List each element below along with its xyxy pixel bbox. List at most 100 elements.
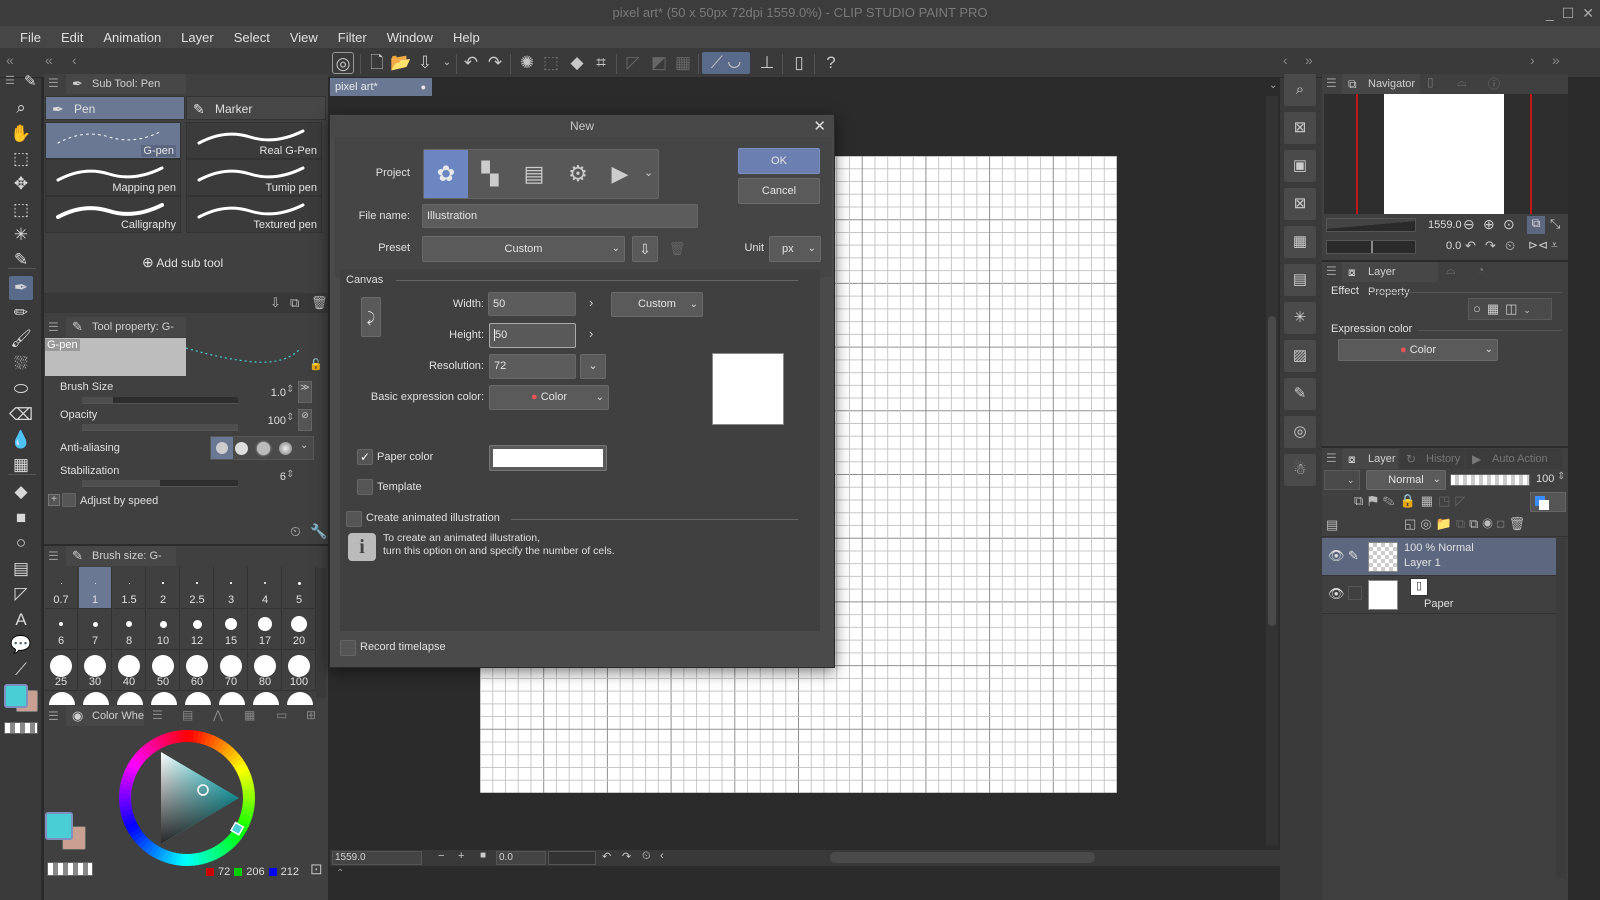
size-preset-select[interactable]: Custom ⌄ xyxy=(611,292,703,317)
tool-zoom[interactable]: ⌕ xyxy=(9,96,33,120)
flip-horizontal-button[interactable]: ⊳⊲ xyxy=(1528,238,1548,252)
pressure-settings-icon[interactable]: ≫ xyxy=(298,381,312,403)
new-file-icon[interactable]: 🗋 xyxy=(366,52,388,74)
paper-color-checkbox[interactable]: ✓ xyxy=(357,449,373,465)
material-effect-icon[interactable]: ✳ xyxy=(1284,302,1316,334)
tab-auto-action[interactable]: ▶ Auto Action xyxy=(1466,449,1562,469)
file-name-input[interactable]: Illustration xyxy=(422,204,698,228)
chevron-right-icon[interactable]: › xyxy=(1530,52,1535,68)
dialog-close-button[interactable]: ✕ xyxy=(813,117,826,135)
clear-selection-icon[interactable]: ✺ xyxy=(516,52,538,74)
navigator-preview[interactable] xyxy=(1324,94,1568,214)
intermediate-color-tab-icon[interactable]: ⋀ xyxy=(213,708,223,722)
zoom-in-button[interactable]: ⊕ xyxy=(1483,216,1495,233)
main-color-swatch[interactable] xyxy=(4,684,28,708)
chevron-down-icon[interactable]: ⌄ xyxy=(644,166,653,179)
aa-none-option[interactable] xyxy=(211,437,233,459)
blend-mode-menu[interactable]: ⌄ xyxy=(1324,470,1360,490)
snap-special-ruler-icon[interactable]: ◩ xyxy=(648,52,670,74)
tool-pencil[interactable]: ✏ xyxy=(9,301,33,325)
brush-size-7[interactable]: 7 xyxy=(79,608,112,650)
layer-opacity-value[interactable]: 100 xyxy=(1536,473,1554,485)
tool-object[interactable]: ⬚ xyxy=(9,147,33,171)
close-button[interactable]: ✕ xyxy=(1582,0,1594,26)
edit-target-icon[interactable]: ✎ xyxy=(1348,548,1362,563)
snap-ruler-icon[interactable]: ◸ xyxy=(622,52,644,74)
material-3d-icon[interactable]: ◎ xyxy=(1284,416,1316,448)
aa-strong-option[interactable] xyxy=(279,442,292,455)
open-file-icon[interactable]: 📂 xyxy=(390,52,412,74)
save-preset-button[interactable]: ⇩ xyxy=(632,236,658,262)
resolution-dropdown[interactable]: ⌄ xyxy=(580,354,606,379)
menu-icon[interactable]: ☰ xyxy=(48,709,59,723)
3d-camera-tab-icon[interactable]: ⌓ xyxy=(1457,75,1467,90)
expand-icon[interactable]: + xyxy=(48,494,60,506)
project-animation-option[interactable]: ▶ xyxy=(600,150,640,198)
sub-view-tab-icon[interactable]: ▯ xyxy=(1427,75,1434,89)
chevron-left-icon[interactable]: ‹ xyxy=(1283,52,1288,68)
stabilization-value[interactable]: 6 xyxy=(250,471,286,483)
brush-size-8[interactable]: 8 xyxy=(113,608,146,650)
brush-size-17[interactable]: 17 xyxy=(249,608,282,650)
brush-textured-pen[interactable]: Textured pen xyxy=(186,196,322,233)
tool-ruler[interactable]: ◸ xyxy=(9,582,33,606)
unit-select[interactable]: px ⌄ xyxy=(769,236,821,262)
brush-real-g-pen[interactable]: Real G-Pen xyxy=(186,122,322,159)
spinner-icon[interactable]: ⇕ xyxy=(286,384,294,395)
zoom-in-button[interactable]: + xyxy=(458,850,464,862)
stabilization-slider[interactable] xyxy=(82,480,238,487)
opacity-settings-icon[interactable]: ⊘ xyxy=(298,409,312,431)
animated-illustration-checkbox[interactable] xyxy=(346,511,362,527)
chevron-down-icon[interactable]: ⌄ xyxy=(300,440,308,451)
layer-expression-color-select[interactable]: ● Color ⌄ xyxy=(1338,339,1498,361)
resolution-input[interactable]: 72 xyxy=(489,354,576,379)
minimize-button[interactable]: _ xyxy=(1546,0,1554,26)
tool-figure[interactable]: ○ xyxy=(9,531,33,555)
brush-size-10[interactable]: 10 xyxy=(147,608,180,650)
layer-color-select[interactable] xyxy=(1530,492,1566,512)
expand-right-icon[interactable]: » xyxy=(1552,52,1560,68)
tab-history[interactable]: ↻ History xyxy=(1400,449,1464,469)
brush-size-0.7[interactable]: 0.7 xyxy=(45,567,78,609)
tool-airbrush[interactable]: ⛆ xyxy=(9,352,33,376)
tool-brush[interactable]: 🖌 xyxy=(9,327,33,351)
brush-size-6[interactable]: 6 xyxy=(45,608,78,650)
height-input[interactable]: 50 xyxy=(489,323,576,348)
lock-transparency-icon[interactable]: ▦ xyxy=(1421,493,1438,508)
tool-move[interactable]: ✥ xyxy=(9,172,33,196)
spinner-icon[interactable]: ⇕ xyxy=(286,412,294,423)
perspective-ruler-icon[interactable]: ⊥ xyxy=(756,52,778,74)
paper-color-picker[interactable] xyxy=(489,445,607,471)
brush-size-2[interactable]: 2 xyxy=(147,567,180,609)
menu-icon[interactable]: ☰ xyxy=(1326,264,1337,278)
delete-subtool-icon[interactable]: 🗑 xyxy=(311,295,328,311)
category-pen[interactable]: ✒ Pen xyxy=(45,96,185,120)
adjust-by-speed-checkbox[interactable] xyxy=(62,493,76,507)
chevron-left-icon[interactable]: ‹ xyxy=(72,52,77,68)
expand-up-icon[interactable]: ⌃ xyxy=(336,868,344,879)
layer-property-tab[interactable]: ⧇ Layer Property xyxy=(1342,262,1438,298)
brush-size-60[interactable]: 60 xyxy=(181,649,214,691)
subtool-tab[interactable]: ✒ Sub Tool: Pen xyxy=(66,74,186,94)
draft-layer-icon[interactable]: ✎ xyxy=(1383,493,1400,508)
brush-tumip-pen[interactable]: Tumip pen xyxy=(186,159,322,196)
new-raster-layer-icon[interactable]: ◱ xyxy=(1404,516,1420,531)
aa-medium-option[interactable] xyxy=(257,442,270,455)
create-subtool-icon[interactable]: ⧉ xyxy=(290,295,299,311)
category-marker[interactable]: ✎ Marker xyxy=(186,96,326,120)
brush-size-value[interactable]: 1.0 xyxy=(250,387,286,399)
opacity-slider[interactable] xyxy=(82,424,238,431)
opacity-value[interactable]: 100 xyxy=(250,415,286,427)
aa-weak-option[interactable] xyxy=(235,442,248,455)
layer-opacity-slider[interactable] xyxy=(1450,474,1530,486)
material-photo-icon[interactable]: ▨ xyxy=(1284,340,1316,372)
menu-help[interactable]: Help xyxy=(443,30,490,45)
spinner-icon[interactable]: ⇕ xyxy=(1557,471,1565,482)
color-mode-icon[interactable]: ⊡ xyxy=(310,860,323,878)
horizontal-scrollbar-thumb[interactable] xyxy=(830,852,1095,863)
save-icon[interactable]: ⇩ xyxy=(414,52,436,74)
navigator-zoom-slider[interactable] xyxy=(1326,218,1416,232)
rotate-left-button[interactable]: ↶ xyxy=(1465,238,1476,254)
reset-rotation-button[interactable]: ⏲ xyxy=(642,850,651,863)
new-folder-icon[interactable]: 📁 xyxy=(1436,516,1456,531)
